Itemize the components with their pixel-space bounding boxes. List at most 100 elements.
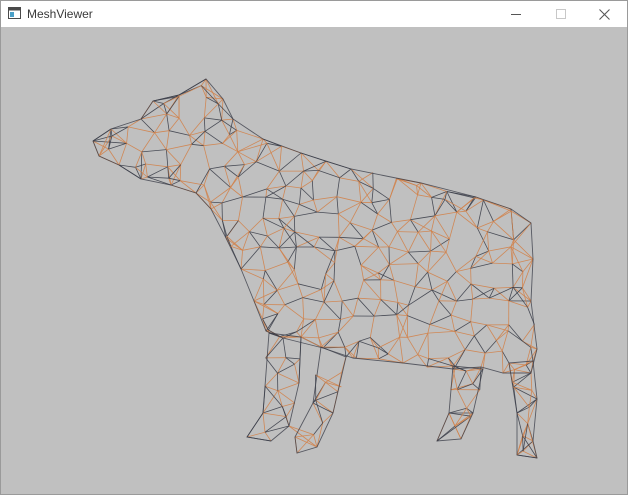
- mesh-edge: [396, 314, 408, 316]
- mesh-edge: [224, 165, 239, 178]
- mesh-edge: [323, 301, 341, 320]
- mesh-edge: [339, 168, 352, 179]
- mesh-edge: [278, 199, 283, 219]
- mesh-edge: [510, 211, 514, 240]
- mesh-edge: [242, 188, 267, 198]
- mesh-edge: [110, 128, 127, 144]
- mesh-edge: [262, 270, 266, 280]
- mesh-edge: [447, 271, 457, 282]
- mesh-edge: [427, 324, 431, 334]
- minimize-button[interactable]: [493, 1, 538, 27]
- mesh-edge: [147, 166, 168, 178]
- mesh-edge: [415, 286, 433, 291]
- mesh-edge: [508, 362, 527, 366]
- mesh-edge: [288, 425, 318, 448]
- mesh-edge: [513, 286, 523, 289]
- mesh-edge: [484, 340, 497, 354]
- mesh-edge: [427, 251, 447, 273]
- window-title: MeshViewer: [27, 7, 93, 21]
- mesh-edge: [493, 210, 512, 222]
- mesh-edge: [312, 402, 334, 414]
- mesh-edge: [260, 246, 280, 249]
- meshviewer-window: MeshViewer: [0, 0, 628, 495]
- mesh-edge: [465, 370, 474, 384]
- mesh-edge: [224, 151, 239, 167]
- mesh-edge: [464, 335, 475, 350]
- mesh-edge: [418, 230, 432, 233]
- mesh-edge: [221, 118, 234, 121]
- mesh-edge: [372, 188, 390, 200]
- mesh-edge: [262, 412, 287, 417]
- mesh-edge: [402, 354, 418, 364]
- mesh-edge: [371, 229, 379, 248]
- mesh-edge: [322, 412, 334, 424]
- mesh-edge: [170, 164, 182, 186]
- mesh-edge: [465, 210, 478, 229]
- mesh-edge: [126, 126, 129, 144]
- mesh-edge: [222, 220, 228, 237]
- mesh-edge: [266, 170, 280, 190]
- mesh-edge: [282, 198, 295, 217]
- mesh-edge: [446, 191, 475, 199]
- mesh-edge: [407, 305, 409, 316]
- mesh-edge: [408, 286, 416, 306]
- mesh-edge: [350, 168, 374, 189]
- mesh-edge: [166, 149, 181, 165]
- mesh-edge: [249, 217, 264, 232]
- mesh-edge: [300, 336, 322, 348]
- mesh-edge: [465, 197, 475, 212]
- mesh-edge: [277, 372, 300, 384]
- mesh-edge: [262, 217, 279, 219]
- mesh-edge: [204, 103, 219, 119]
- mesh-edge: [285, 170, 304, 187]
- mesh-edge: [416, 185, 418, 195]
- mesh-edge: [140, 176, 148, 180]
- mesh-edge: [210, 187, 231, 203]
- mesh-edge: [302, 297, 325, 303]
- mesh-edge: [293, 216, 296, 232]
- mesh-edge: [294, 358, 301, 365]
- close-button[interactable]: [582, 1, 627, 27]
- mesh-edge: [358, 337, 371, 342]
- mesh-edge: [354, 245, 379, 248]
- close-icon: [599, 8, 610, 20]
- mesh-edge: [300, 187, 314, 201]
- mesh-edge: [454, 331, 475, 337]
- mesh-edge: [294, 364, 300, 384]
- mesh-edge: [438, 300, 452, 316]
- mesh-edge: [407, 251, 419, 264]
- mesh-edge: [195, 168, 210, 194]
- mesh-edge: [262, 304, 265, 319]
- mesh-edge: [510, 222, 532, 248]
- mesh-edge: [450, 300, 457, 316]
- mesh-edge: [264, 372, 278, 387]
- mesh-edge: [438, 281, 448, 301]
- title-bar[interactable]: MeshViewer: [1, 1, 627, 27]
- mesh-edge: [303, 170, 313, 181]
- mesh-edge: [431, 197, 436, 216]
- mesh-edge: [357, 297, 381, 300]
- mesh-edge: [236, 130, 264, 140]
- mesh-edge: [277, 304, 286, 314]
- mesh-edge: [265, 261, 288, 271]
- mesh-edge: [262, 197, 267, 219]
- mesh-edge: [448, 412, 456, 427]
- mesh-edge: [408, 250, 431, 253]
- mesh-edge: [389, 264, 395, 281]
- mesh-edge: [209, 165, 225, 170]
- mesh-edge: [313, 246, 335, 264]
- mesh-edge: [456, 211, 478, 229]
- mesh-edge: [512, 271, 524, 288]
- mesh-edge: [293, 204, 300, 217]
- render-viewport[interactable]: [1, 27, 627, 494]
- maximize-button[interactable]: [538, 1, 583, 27]
- mesh-edge: [294, 434, 314, 438]
- mesh-edge: [454, 321, 471, 332]
- mesh-edge: [180, 180, 205, 186]
- mesh-edge: [530, 347, 534, 362]
- mesh-edge: [339, 236, 355, 247]
- mesh-edge: [262, 278, 265, 305]
- mesh-edge: [427, 333, 429, 359]
- mesh-edge: [389, 178, 397, 200]
- mesh-edge: [278, 146, 282, 172]
